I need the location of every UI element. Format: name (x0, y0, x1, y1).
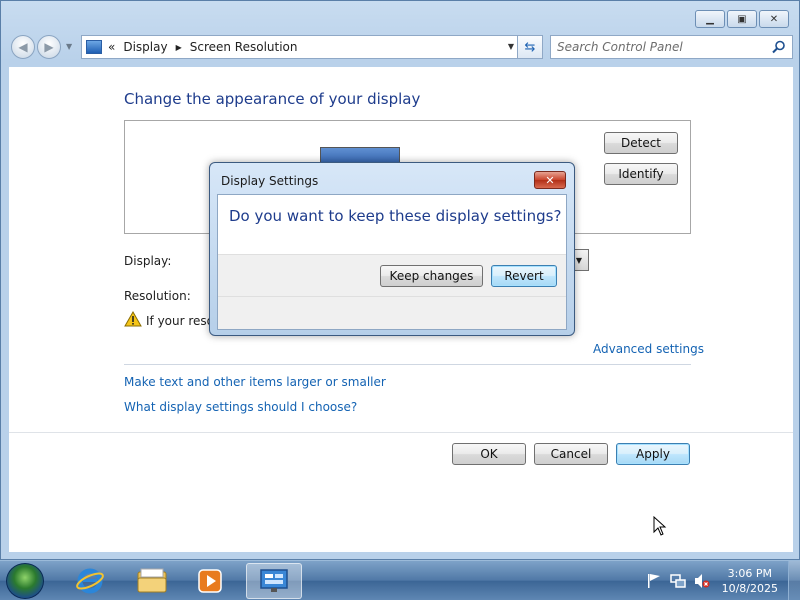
address-prefix[interactable]: « (108, 40, 115, 54)
dialog-question: Do you want to keep these display settin… (229, 207, 562, 225)
control-panel-icon (86, 40, 102, 54)
explorer-button[interactable] (124, 563, 180, 599)
show-desktop-button[interactable] (788, 561, 800, 600)
detect-button[interactable]: Detect (604, 132, 678, 154)
display-settings-dialog: Display Settings ✕ Do you want to keep t… (209, 162, 575, 336)
volume-button[interactable] (693, 572, 711, 590)
display-control-panel-icon (260, 569, 288, 592)
dialog-button-area: Keep changes Revert (218, 254, 566, 329)
cancel-button[interactable]: Cancel (534, 443, 608, 465)
flag-icon (647, 574, 660, 588)
refresh-button[interactable]: ⇆ (517, 35, 543, 59)
start-button[interactable] (6, 563, 44, 599)
close-icon: ✕ (545, 173, 555, 187)
warning-icon (124, 311, 142, 327)
restore-icon: ▣ (737, 13, 747, 25)
mouse-pointer-icon (653, 516, 667, 536)
ok-button[interactable]: OK (452, 443, 526, 465)
apply-button[interactable]: Apply (616, 443, 690, 465)
breadcrumb-display[interactable]: Display (123, 40, 167, 54)
back-arrow-icon: ◀ (18, 40, 28, 54)
breadcrumb-separator-icon[interactable]: ▶ (176, 43, 182, 52)
refresh-icon: ⇆ (524, 39, 536, 55)
volume-muted-icon (694, 574, 710, 588)
close-button[interactable]: ✕ (759, 10, 789, 28)
media-player-icon (198, 569, 222, 593)
navigation-bar: ◀ ▶ ▼ « Display ▶ Screen Resolution ▼ ⇆ (9, 34, 793, 60)
search-box[interactable] (550, 35, 793, 59)
address-dropdown-icon[interactable]: ▼ (508, 42, 514, 51)
recent-pages-dropdown[interactable]: ▼ (66, 42, 72, 51)
identify-button[interactable]: Identify (604, 163, 678, 185)
folder-icon (137, 568, 167, 593)
action-center-button[interactable] (645, 572, 663, 590)
clock-date: 10/8/2025 (721, 582, 778, 595)
taskbar: 3:06 PM 10/8/2025 (0, 560, 800, 600)
clock-time: 3:06 PM (727, 567, 772, 580)
caption-buttons: ▁ ▣ ✕ (695, 10, 789, 28)
minimize-button[interactable]: ▁ (695, 10, 725, 28)
forward-arrow-icon: ▶ (44, 40, 54, 54)
keep-changes-button[interactable]: Keep changes (380, 265, 483, 287)
internet-explorer-icon (76, 568, 104, 594)
media-player-button[interactable] (182, 563, 238, 599)
display-control-panel-button[interactable] (246, 563, 302, 599)
search-input[interactable] (557, 40, 767, 54)
clock[interactable]: 3:06 PM 10/8/2025 (722, 566, 778, 596)
back-button[interactable]: ◀ (11, 35, 35, 59)
network-icon (669, 574, 686, 588)
display-label: Display: (124, 254, 172, 268)
warning-text: If your resol (146, 314, 218, 328)
address-bar[interactable]: « Display ▶ Screen Resolution ▼ (81, 35, 521, 59)
maximize-button[interactable]: ▣ (727, 10, 757, 28)
dialog-footer-divider (218, 296, 566, 297)
forward-button[interactable]: ▶ (37, 35, 61, 59)
dialog-title: Display Settings (221, 174, 319, 188)
page-title: Change the appearance of your display (124, 90, 421, 108)
dialog-close-button[interactable]: ✕ (534, 171, 566, 189)
minimize-icon: ▁ (706, 13, 714, 25)
system-tray: 3:06 PM 10/8/2025 (642, 561, 800, 600)
display-help-link[interactable]: What display settings should I choose? (124, 400, 357, 414)
resolution-label: Resolution: (124, 289, 191, 303)
text-size-link[interactable]: Make text and other items larger or smal… (124, 375, 386, 389)
breadcrumb-screen-resolution[interactable]: Screen Resolution (190, 40, 298, 54)
dialog-body: Do you want to keep these display settin… (217, 194, 567, 330)
divider (124, 364, 691, 365)
footer-divider (9, 432, 793, 433)
network-button[interactable] (669, 572, 687, 590)
advanced-settings-link[interactable]: Advanced settings (593, 342, 704, 356)
revert-button[interactable]: Revert (491, 265, 557, 287)
internet-explorer-button[interactable] (62, 563, 118, 599)
search-icon[interactable] (772, 40, 786, 54)
close-icon: ✕ (769, 13, 779, 25)
